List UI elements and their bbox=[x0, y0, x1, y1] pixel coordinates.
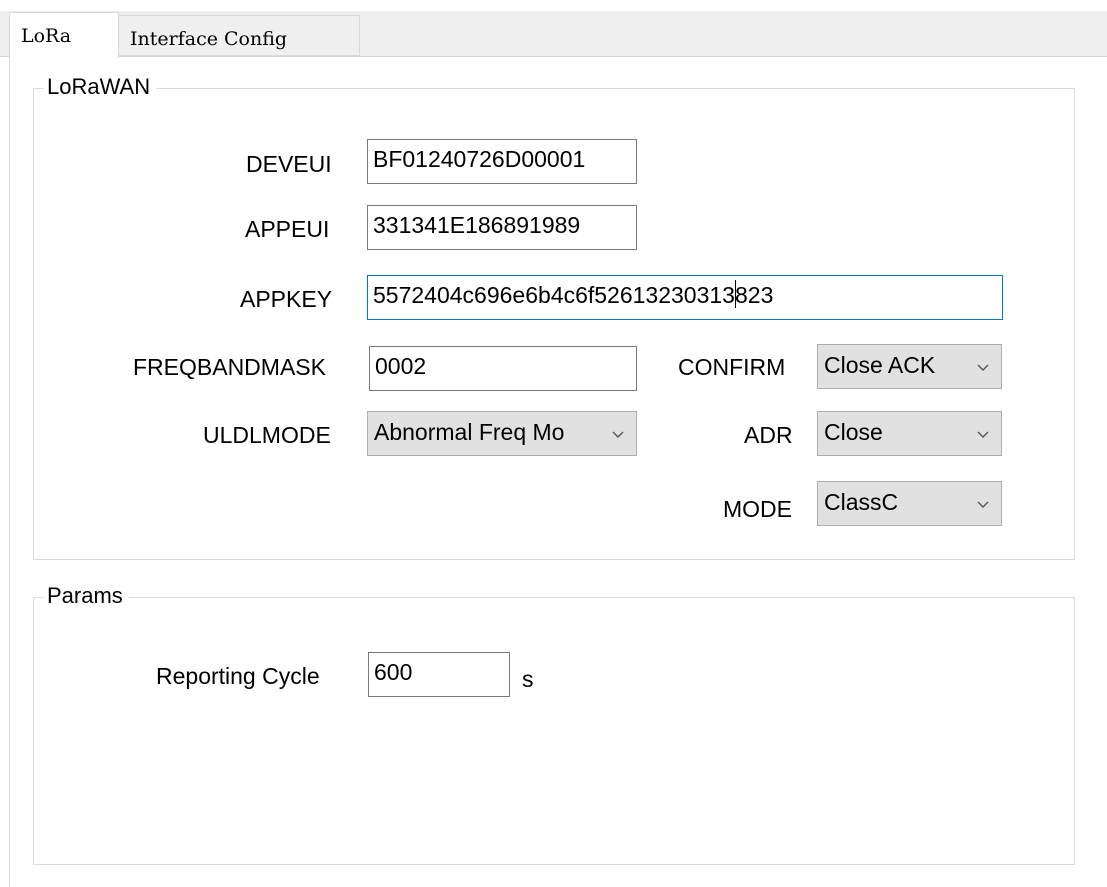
chevron-down-icon bbox=[977, 431, 989, 438]
adr-label: ADR bbox=[744, 422, 793, 448]
confirm-select[interactable]: Close ACK bbox=[817, 344, 1002, 389]
freqbandmask-field[interactable]: 0002 bbox=[369, 346, 637, 391]
reporting-cycle-field[interactable]: 600 bbox=[368, 652, 510, 697]
appkey-field[interactable]: 5572404c696e6b4c6f52613230313823 bbox=[367, 275, 1003, 320]
chevron-down-icon bbox=[977, 501, 989, 508]
lorawan-group-title: LoRaWAN bbox=[44, 72, 157, 102]
tab-strip: Interface Config LoRa bbox=[0, 0, 1107, 58]
appkey-text: 5572404c696e6b4c6f52613230313 bbox=[373, 282, 735, 308]
adr-select[interactable]: Close bbox=[817, 411, 1002, 456]
deveui-label: DEVEUI bbox=[246, 151, 332, 177]
uldlmode-select[interactable]: Abnormal Freq Mo bbox=[367, 411, 637, 456]
chevron-down-icon bbox=[612, 431, 624, 438]
params-group: Params bbox=[33, 581, 1075, 865]
appeui-label: APPEUI bbox=[245, 216, 330, 242]
appkey-label: APPKEY bbox=[240, 286, 333, 312]
tab-lora[interactable]: LoRa bbox=[9, 12, 119, 58]
uldlmode-selected-value: Abnormal Freq Mo bbox=[374, 419, 565, 445]
chevron-down-icon bbox=[977, 364, 989, 371]
uldlmode-label: ULDLMODE bbox=[203, 422, 331, 448]
reporting-cycle-unit: s bbox=[522, 666, 534, 692]
mode-selected-value: ClassC bbox=[824, 489, 899, 515]
adr-selected-value: Close bbox=[824, 419, 883, 445]
mode-select[interactable]: ClassC bbox=[817, 481, 1002, 526]
reporting-cycle-label: Reporting Cycle bbox=[156, 663, 320, 689]
freqbandmask-label: FREQBANDMASK bbox=[133, 354, 326, 380]
params-group-title: Params bbox=[44, 581, 129, 611]
appkey-text-after-caret: 823 bbox=[734, 282, 774, 308]
appeui-field[interactable]: 331341E186891989 bbox=[367, 205, 637, 250]
deveui-field[interactable]: BF01240726D00001 bbox=[367, 139, 637, 184]
tab-interface-config[interactable]: Interface Config bbox=[119, 15, 360, 56]
mode-label: MODE bbox=[723, 496, 792, 522]
confirm-selected-value: Close ACK bbox=[824, 352, 936, 378]
confirm-label: CONFIRM bbox=[678, 354, 786, 380]
